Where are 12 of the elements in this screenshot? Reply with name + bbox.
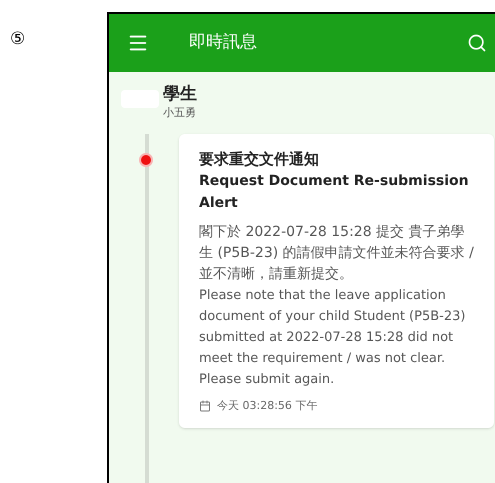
student-name: 學生 xyxy=(163,84,197,106)
message-body-english: Please note that the leave application document of your child Student (P5B-23) submitted at 2022-07-28 15:28 did not meet the requirement / was not clear. Please submit again. xyxy=(199,286,466,389)
step-number: ⑤ xyxy=(10,29,26,49)
app-title: 即時訊息 xyxy=(189,31,257,54)
message-time: 今天 03:28:56 下午 xyxy=(217,398,318,414)
calendar-icon xyxy=(199,400,211,412)
student-class: 小五勇 xyxy=(163,105,197,122)
message-title-english: Request Document Re-submission Alert xyxy=(199,172,470,213)
message-title: 要求重交文件通知 xyxy=(199,148,320,170)
message-body-chinese: 閣下於 2022-07-28 15:28 提交 貴子弟學生 (P5B-23) 的請假申請文件並未符合要求 / 並不清晰，請重新提交。 xyxy=(199,222,474,284)
search-button[interactable] xyxy=(467,33,487,53)
message-card[interactable] xyxy=(179,134,494,428)
